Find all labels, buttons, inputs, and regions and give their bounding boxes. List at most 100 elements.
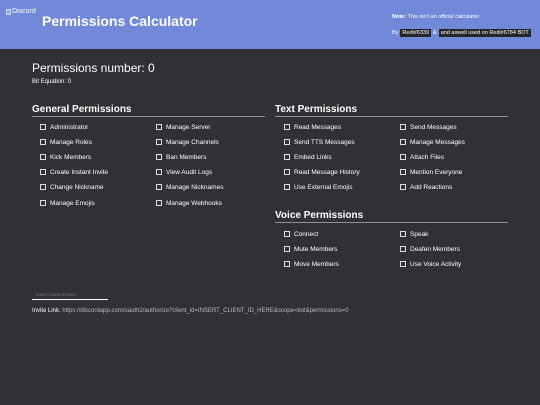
checkbox[interactable] bbox=[284, 124, 290, 130]
text-divider bbox=[275, 116, 508, 117]
perm-embed-links[interactable]: Embed Links bbox=[284, 152, 332, 162]
perm-label: Read Message History bbox=[294, 168, 360, 176]
general-permissions-title: General Permissions bbox=[32, 104, 132, 115]
author-tag: Redi#6339 bbox=[400, 29, 432, 37]
perm-manage-nicknames[interactable]: Manage Nicknames bbox=[156, 182, 223, 192]
checkbox[interactable] bbox=[40, 169, 46, 175]
perm-manage-messages[interactable]: Manage Messages bbox=[400, 137, 465, 147]
perm-label: Change Nickname bbox=[50, 183, 104, 191]
voice-divider bbox=[275, 222, 508, 223]
perm-label: Manage Roles bbox=[50, 138, 92, 146]
perm-administrator[interactable]: Administrator bbox=[40, 122, 88, 132]
checkbox[interactable] bbox=[400, 184, 406, 190]
perm-read-messages[interactable]: Read Messages bbox=[284, 122, 341, 132]
perm-kick-members[interactable]: Kick Members bbox=[40, 152, 91, 162]
perm-manage-emojis[interactable]: Manage Emojis bbox=[40, 198, 95, 208]
perm-label: Mention Everyone bbox=[410, 168, 463, 176]
perm-label: View Audit Logs bbox=[166, 168, 213, 176]
perm-label: Embed Links bbox=[294, 153, 332, 161]
perm-label: Move Members bbox=[294, 260, 339, 268]
perm-mute-members[interactable]: Mute Members bbox=[284, 244, 337, 254]
perm-label: Administrator bbox=[50, 123, 89, 131]
permissions-number: Permissions number: 0 bbox=[32, 61, 155, 75]
perm-read-message-history[interactable]: Read Message History bbox=[284, 167, 360, 177]
checkbox[interactable] bbox=[400, 261, 406, 267]
checkbox[interactable] bbox=[400, 154, 406, 160]
discord-logo: Discord bbox=[6, 8, 36, 15]
checkbox[interactable] bbox=[156, 139, 162, 145]
perm-change-nickname[interactable]: Change Nickname bbox=[40, 182, 103, 192]
checkbox[interactable] bbox=[156, 124, 162, 130]
perm-label: Use Voice Activity bbox=[410, 260, 462, 268]
by-label: By bbox=[392, 30, 399, 36]
perm-label: Create Instant Invite bbox=[50, 168, 109, 176]
disclaimer-note: Note: This isn't an official calculator. bbox=[392, 14, 480, 20]
perm-label: Manage Emojis bbox=[50, 199, 95, 207]
perm-add-reactions[interactable]: Add Reactions bbox=[400, 182, 452, 192]
checkbox[interactable] bbox=[284, 139, 290, 145]
checkbox[interactable] bbox=[40, 154, 46, 160]
perm-send-messages[interactable]: Send Messages bbox=[400, 122, 457, 132]
checkbox[interactable] bbox=[40, 124, 46, 130]
checkbox[interactable] bbox=[284, 231, 290, 237]
checkbox[interactable] bbox=[40, 139, 46, 145]
perm-view-audit-logs[interactable]: View Audit Logs bbox=[156, 167, 212, 177]
perm-manage-roles[interactable]: Manage Roles bbox=[40, 137, 92, 147]
checkbox[interactable] bbox=[400, 231, 406, 237]
perm-manage-channels[interactable]: Manage Channels bbox=[156, 137, 219, 147]
perm-use-external-emojis[interactable]: Use External Emojis bbox=[284, 182, 353, 192]
perm-attach-files[interactable]: Attach Files bbox=[400, 152, 444, 162]
perm-label: Deafen Members bbox=[410, 245, 460, 253]
perm-manage-webhooks[interactable]: Manage Webhooks bbox=[156, 198, 222, 208]
note-text: This isn't an official calculator. bbox=[406, 14, 480, 20]
perm-label: Manage Messages bbox=[410, 138, 465, 146]
checkbox[interactable] bbox=[284, 154, 290, 160]
perm-move-members[interactable]: Move Members bbox=[284, 259, 339, 269]
perm-label: Add Reactions bbox=[410, 183, 453, 191]
perm-mention-everyone[interactable]: Mention Everyone bbox=[400, 167, 462, 177]
checkbox[interactable] bbox=[40, 200, 46, 206]
perm-speak[interactable]: Speak bbox=[400, 229, 428, 239]
general-divider bbox=[32, 116, 265, 117]
perm-ban-members[interactable]: Ban Members bbox=[156, 152, 206, 162]
perm-label: Manage Channels bbox=[166, 138, 219, 146]
checkbox[interactable] bbox=[284, 184, 290, 190]
header-bar: Discord Permissions Calculator Note: Thi… bbox=[0, 0, 540, 49]
checkbox[interactable] bbox=[156, 169, 162, 175]
invite-link: Invite Link: https://discordapp.com/oaut… bbox=[32, 308, 349, 314]
checkbox[interactable] bbox=[284, 169, 290, 175]
client-id-input[interactable] bbox=[32, 289, 108, 300]
perm-label: Send TTS Messages bbox=[294, 138, 355, 146]
perm-manage-server[interactable]: Manage Server bbox=[156, 122, 210, 132]
perm-use-voice-activity[interactable]: Use Voice Activity bbox=[400, 259, 461, 269]
checkbox[interactable] bbox=[400, 169, 406, 175]
perm-label: Attach Files bbox=[410, 153, 444, 161]
bit-equation: Bit Equation: 0 bbox=[32, 79, 72, 85]
perm-label: Speak bbox=[410, 230, 429, 238]
checkbox[interactable] bbox=[400, 139, 406, 145]
checkbox[interactable] bbox=[400, 124, 406, 130]
checkbox[interactable] bbox=[40, 184, 46, 190]
perm-deafen-members[interactable]: Deafen Members bbox=[400, 244, 460, 254]
perm-label: Read Messages bbox=[294, 123, 341, 131]
perm-label: Connect bbox=[294, 230, 319, 238]
invite-url[interactable]: https://discordapp.com/oauth2/authorize?… bbox=[62, 308, 348, 314]
checkbox[interactable] bbox=[156, 184, 162, 190]
checkbox[interactable] bbox=[400, 246, 406, 252]
page-title: Permissions Calculator bbox=[42, 13, 198, 29]
broken-image-icon bbox=[6, 8, 11, 15]
perm-label: Ban Members bbox=[166, 153, 207, 161]
perm-label: Manage Server bbox=[166, 123, 211, 131]
perm-send-tts-messages[interactable]: Send TTS Messages bbox=[284, 137, 355, 147]
checkbox[interactable] bbox=[284, 261, 290, 267]
checkbox[interactable] bbox=[284, 246, 290, 252]
checkbox[interactable] bbox=[156, 200, 162, 206]
perm-label: Send Messages bbox=[410, 123, 457, 131]
perm-create-instant-invite[interactable]: Create Instant Invite bbox=[40, 167, 108, 177]
invite-label: Invite Link: bbox=[32, 308, 61, 314]
checkbox[interactable] bbox=[156, 154, 162, 160]
note-label: Note: bbox=[392, 14, 407, 20]
perm-connect[interactable]: Connect bbox=[284, 229, 318, 239]
logo-alt-text: Discord bbox=[12, 8, 36, 15]
helper-tag: and aswell used on Redi#6784 BOT bbox=[438, 29, 531, 37]
